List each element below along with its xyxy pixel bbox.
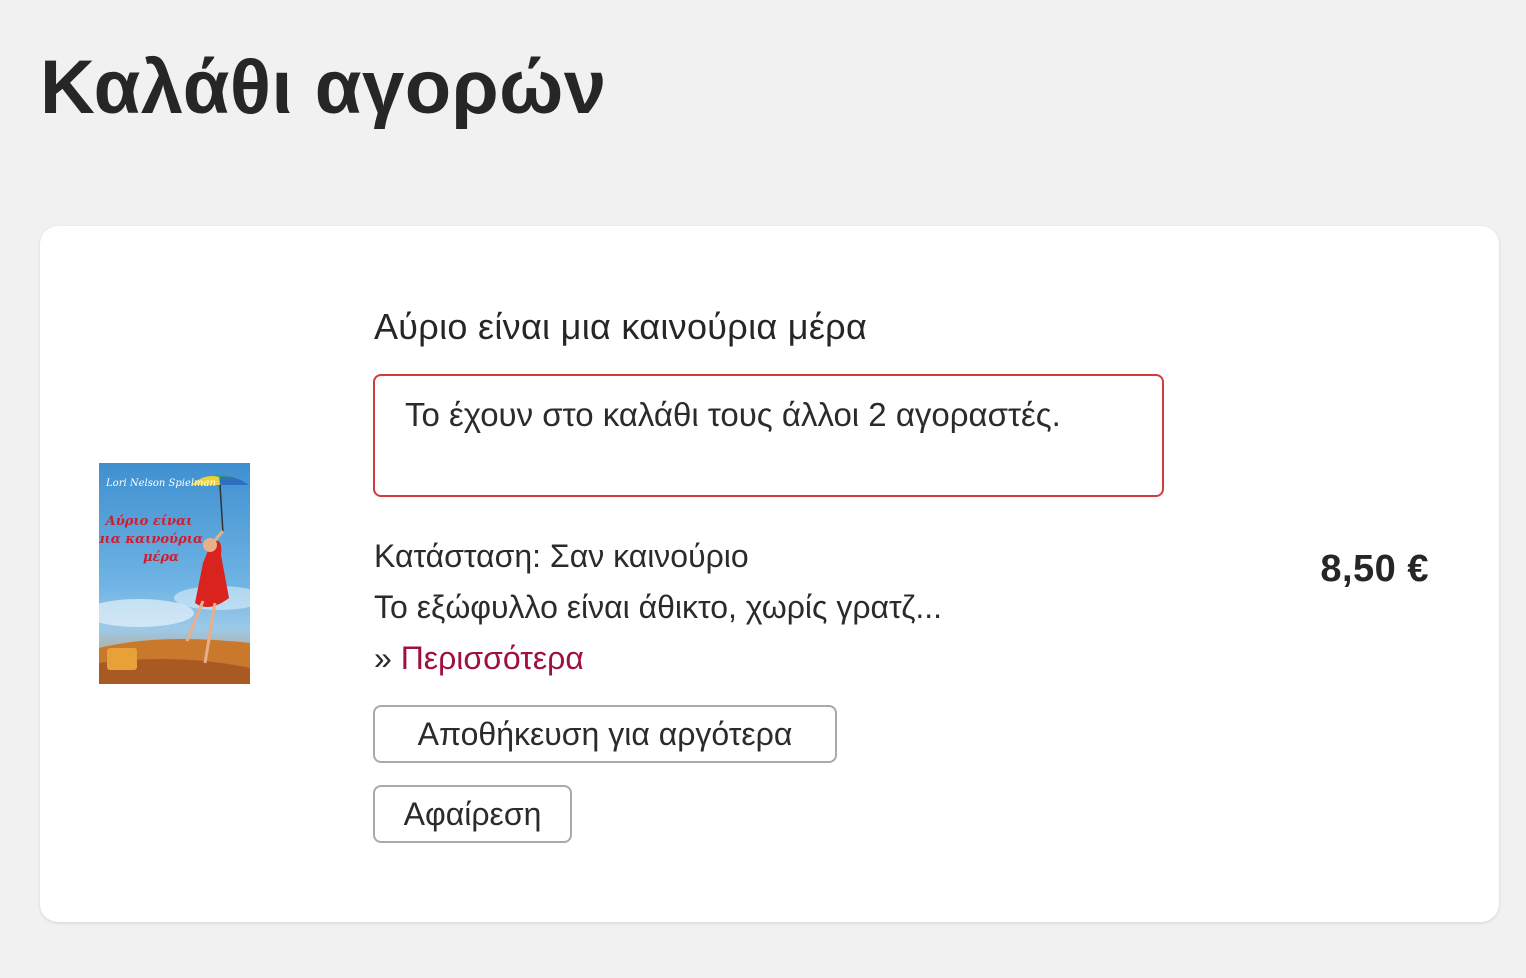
item-description: Το εξώφυλλο είναι άθικτο, χωρίς γρατζ... — [374, 589, 943, 625]
book-cover-illustration: Lori Nelson Spielman Αύριο είναι μια και… — [99, 463, 250, 684]
save-for-later-button[interactable]: Αποθήκευση για αργότερα — [373, 705, 837, 763]
more-link[interactable]: Περισσότερα — [401, 640, 584, 676]
cart-item-card: Lori Nelson Spielman Αύριο είναι μια και… — [40, 226, 1499, 922]
cover-title-line-2: μια καινούρια — [99, 532, 203, 547]
more-prefix: » — [374, 640, 401, 676]
item-condition: Κατάσταση: Σαν καινούριο — [374, 538, 749, 574]
item-price: 8,50 € — [1320, 548, 1429, 590]
book-cover-image[interactable]: Lori Nelson Spielman Αύριο είναι μια και… — [99, 463, 250, 684]
cover-author: Lori Nelson Spielman — [105, 478, 216, 489]
item-title[interactable]: Αύριο είναι μια καινούρια μέρα — [374, 304, 867, 350]
remove-button[interactable]: Αφαίρεση — [373, 785, 572, 843]
page-title: Καλάθι αγορών — [40, 45, 607, 130]
more-line: » Περισσότερα — [374, 636, 584, 680]
demand-notice: Το έχουν στο καλάθι τους άλλοι 2 αγοραστ… — [373, 374, 1164, 497]
cover-title-line-1: Αύριο είναι — [104, 514, 193, 529]
cover-title-line-3: μέρα — [143, 550, 179, 565]
